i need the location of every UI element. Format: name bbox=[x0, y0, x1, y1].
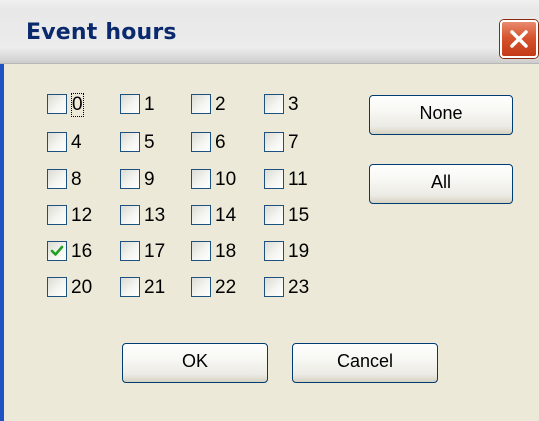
ok-button[interactable]: OK bbox=[122, 343, 268, 383]
checkbox-box[interactable] bbox=[47, 277, 67, 297]
dialog-body: 0 1 2 3 4 5 6 7 8 9 10 11 12 13 14 15 16 17 18 19 20 21 22 23 N… bbox=[0, 64, 539, 421]
window-left-border bbox=[0, 64, 4, 421]
hour-checkbox-label: 17 bbox=[144, 241, 166, 262]
hour-checkbox-label: 1 bbox=[144, 94, 155, 115]
none-button[interactable]: None bbox=[369, 95, 513, 135]
hour-checkbox-label: 2 bbox=[215, 94, 226, 115]
checkbox-box[interactable] bbox=[120, 169, 140, 189]
checkbox-box[interactable] bbox=[264, 94, 284, 114]
hour-checkbox-label: 20 bbox=[71, 277, 93, 298]
checkbox-box[interactable] bbox=[264, 205, 284, 225]
checkbox-box[interactable] bbox=[47, 132, 67, 152]
event-hours-dialog: Event hours 0 1 2 3 4 5 6 7 8 9 10 11 12 13 14 15 16 17 18… bbox=[0, 0, 539, 421]
checkbox-box[interactable] bbox=[191, 94, 211, 114]
title-bar[interactable]: Event hours bbox=[0, 0, 539, 64]
hour-checkbox-label: 21 bbox=[144, 277, 166, 298]
close-button[interactable] bbox=[500, 20, 538, 58]
cancel-button[interactable]: Cancel bbox=[292, 343, 438, 383]
hour-checkbox-label: 8 bbox=[71, 169, 82, 190]
checkbox-box[interactable] bbox=[264, 132, 284, 152]
checkbox-box[interactable] bbox=[191, 132, 211, 152]
all-button[interactable]: All bbox=[369, 164, 513, 204]
hour-checkbox-label: 9 bbox=[144, 169, 155, 190]
hour-checkbox-label: 19 bbox=[288, 241, 310, 262]
checkbox-box[interactable] bbox=[47, 205, 67, 225]
close-icon bbox=[510, 30, 528, 48]
checkbox-box[interactable] bbox=[47, 241, 67, 261]
hour-checkbox-label: 4 bbox=[71, 132, 82, 153]
hour-checkbox-label: 23 bbox=[288, 277, 310, 298]
checkbox-box[interactable] bbox=[191, 277, 211, 297]
dialog-title: Event hours bbox=[26, 20, 177, 45]
checkbox-box[interactable] bbox=[191, 205, 211, 225]
checkbox-box[interactable] bbox=[47, 94, 67, 114]
hour-checkbox-label: 0 bbox=[71, 93, 84, 117]
checkbox-box[interactable] bbox=[264, 277, 284, 297]
hour-checkbox-label: 11 bbox=[288, 169, 308, 190]
hour-checkbox-label: 3 bbox=[288, 94, 299, 115]
hour-checkbox-label: 14 bbox=[215, 205, 237, 226]
hour-checkbox-label: 22 bbox=[215, 277, 237, 298]
checkbox-box[interactable] bbox=[120, 132, 140, 152]
checkbox-box[interactable] bbox=[120, 277, 140, 297]
checkbox-box[interactable] bbox=[264, 241, 284, 261]
checkbox-box[interactable] bbox=[120, 241, 140, 261]
hour-checkbox-label: 16 bbox=[71, 241, 93, 262]
checkbox-box[interactable] bbox=[120, 205, 140, 225]
checkbox-box[interactable] bbox=[120, 94, 140, 114]
checkbox-box[interactable] bbox=[191, 169, 211, 189]
hour-checkbox-label: 5 bbox=[144, 132, 155, 153]
hour-checkbox-label: 6 bbox=[215, 132, 226, 153]
hour-checkbox-label: 13 bbox=[144, 205, 166, 226]
hour-checkbox-label: 15 bbox=[288, 205, 310, 226]
checkbox-box[interactable] bbox=[191, 241, 211, 261]
hour-checkbox-label: 12 bbox=[71, 205, 93, 226]
checkbox-box[interactable] bbox=[47, 169, 67, 189]
hour-checkbox-label: 10 bbox=[215, 169, 237, 190]
checkmark-icon bbox=[50, 245, 64, 256]
hour-checkbox-label: 7 bbox=[288, 132, 299, 153]
hour-checkbox-label: 18 bbox=[215, 241, 237, 262]
checkbox-box[interactable] bbox=[264, 169, 284, 189]
